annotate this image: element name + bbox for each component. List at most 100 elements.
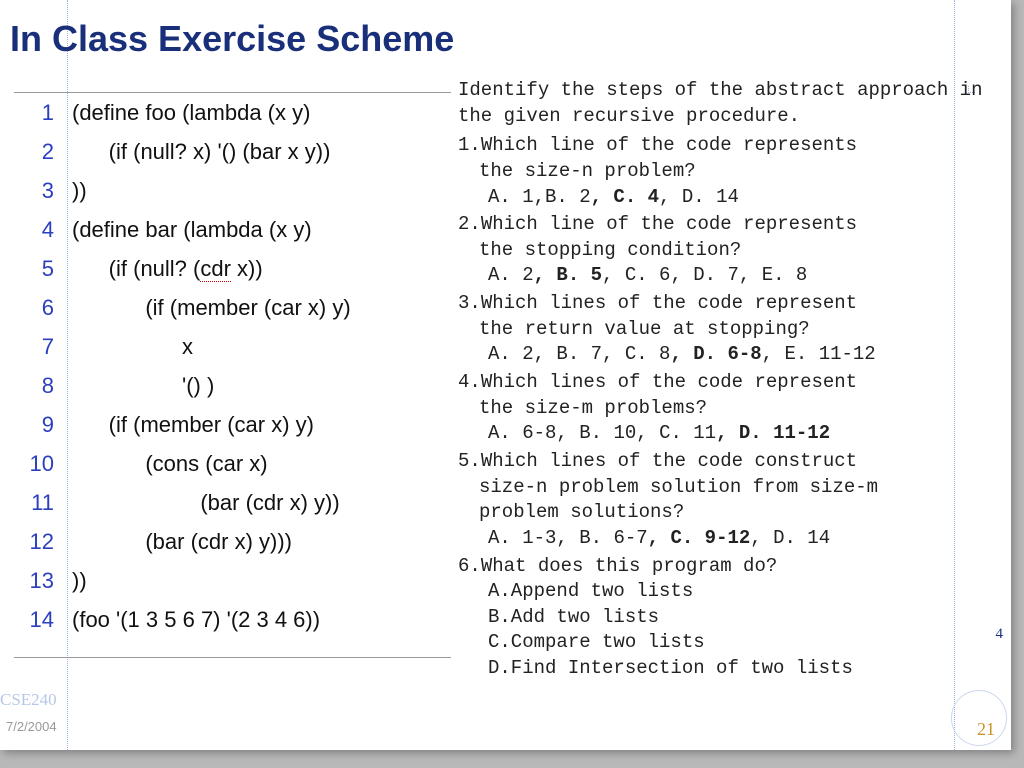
question-text: the return value at stopping? <box>458 317 988 343</box>
answer-option: A. 1 <box>488 186 534 208</box>
answer-option: C.Compare two lists <box>458 630 988 656</box>
answer-option: E. 11-12 <box>784 343 875 365</box>
answer-option: B.Add two lists <box>458 605 988 631</box>
answer-option-correct: , D. 11-12 <box>716 422 830 444</box>
question-item: 5.Which lines of the code construct size-… <box>458 449 988 552</box>
answer-option: B. 6-7 <box>579 527 647 549</box>
answer-option: , <box>659 186 682 208</box>
question-item: 2.Which line of the code represents the s… <box>458 212 988 289</box>
question-text: size-n problem solution from size-m <box>458 475 988 501</box>
slide-title: In Class Exercise Scheme <box>10 18 454 60</box>
corner-number: 4 <box>996 626 1004 643</box>
footer-date: 7/2/2004 <box>6 719 57 734</box>
question-number: 4. <box>458 371 481 393</box>
answer-option: C. 11 <box>659 422 716 444</box>
code-text: (define bar (lambda (x y) <box>72 217 312 243</box>
answer-option: , <box>602 264 625 286</box>
code-line: 14(foo '(1 3 5 6 7) '(2 3 4 6)) <box>14 600 451 639</box>
answer-option-correct: , D. 6-8 <box>670 343 761 365</box>
code-text: (cons (car x) <box>72 451 268 477</box>
answer-option: A. 2 <box>488 343 534 365</box>
answer-option: , <box>739 264 762 286</box>
question-number: 1. <box>458 134 481 156</box>
question-item: 4.Which lines of the code representthe s… <box>458 370 988 447</box>
answer-options: A. 6-8, B. 10, C. 11, D. 11-12 <box>458 421 988 447</box>
answer-option: E. 8 <box>762 264 808 286</box>
question-text: Which line of the code represents <box>481 213 857 235</box>
line-number: 1 <box>14 100 72 126</box>
line-number: 4 <box>14 217 72 243</box>
code-text: (if (member (car x) y) <box>72 412 314 438</box>
code-line: 3)) <box>14 171 451 210</box>
answer-option-correct: , C. 9-12 <box>648 527 751 549</box>
code-line: 5 (if (null? (cdr x)) <box>14 249 451 288</box>
answer-option: , <box>534 186 545 208</box>
code-text: )) <box>72 568 87 594</box>
code-text: (if (member (car x) y) <box>72 295 351 321</box>
question-number: 5. <box>458 450 481 472</box>
slide: In Class Exercise Scheme 1(define foo (l… <box>0 0 1011 750</box>
code-line: 8 '() ) <box>14 366 451 405</box>
question-item: 1.Which line of the code represents the s… <box>458 133 988 210</box>
question-number: 3. <box>458 292 481 314</box>
answer-option: , <box>670 264 693 286</box>
answer-option: , <box>762 343 785 365</box>
questions-intro: Identify the steps of the abstract appro… <box>458 78 988 129</box>
line-number: 11 <box>14 490 72 516</box>
code-text: (if (null? (cdr x)) <box>72 256 263 282</box>
code-text: (bar (cdr x) y))) <box>72 529 292 555</box>
line-number: 12 <box>14 529 72 555</box>
answer-option: B. 10 <box>579 422 636 444</box>
answer-option: , <box>602 343 625 365</box>
question-number: 2. <box>458 213 481 235</box>
question-text: the size-n problem? <box>458 159 988 185</box>
code-line: 11 (bar (cdr x) y)) <box>14 483 451 522</box>
code-text: (bar (cdr x) y)) <box>72 490 340 516</box>
line-number: 10 <box>14 451 72 477</box>
answer-option: B. 2 <box>545 186 591 208</box>
answer-option: , <box>534 343 557 365</box>
question-item: 6.What does this program do?A.Append two… <box>458 554 988 682</box>
code-text: (if (null? x) '() (bar x y)) <box>72 139 330 165</box>
answer-options: A. 1,B. 2, C. 4, D. 14 <box>458 185 988 211</box>
code-line: 7 x <box>14 327 451 366</box>
code-line: 13)) <box>14 561 451 600</box>
line-number: 2 <box>14 139 72 165</box>
spellcheck-underline: cdr <box>200 256 231 282</box>
answer-option: A.Append two lists <box>458 579 988 605</box>
answer-option: C. 6 <box>625 264 671 286</box>
code-line: 12 (bar (cdr x) y))) <box>14 522 451 561</box>
answer-option: D.Find Intersection of two lists <box>458 656 988 682</box>
answer-options: A. 2, B. 5, C. 6, D. 7, E. 8 <box>458 263 988 289</box>
line-number: 9 <box>14 412 72 438</box>
answer-option: C. 8 <box>625 343 671 365</box>
code-line: 10 (cons (car x) <box>14 444 451 483</box>
question-item: 3.Which lines of the code represent the r… <box>458 291 988 368</box>
question-text: Which lines of the code represent <box>481 292 857 314</box>
question-text: the stopping condition? <box>458 238 988 264</box>
code-text: )) <box>72 178 87 204</box>
code-line: 6 (if (member (car x) y) <box>14 288 451 327</box>
line-number: 8 <box>14 373 72 399</box>
code-text: '() ) <box>72 373 214 399</box>
line-number: 14 <box>14 607 72 633</box>
code-text: (define foo (lambda (x y) <box>72 100 310 126</box>
question-text: Which lines of the code construct <box>481 450 857 472</box>
question-text: What does this program do? <box>481 555 777 577</box>
answer-options: A. 1-3, B. 6-7, C. 9-12, D. 14 <box>458 526 988 552</box>
answer-option: A. 6-8 <box>488 422 556 444</box>
answer-option: A. 2 <box>488 264 534 286</box>
code-line: 4(define bar (lambda (x y) <box>14 210 451 249</box>
question-number: 6. <box>458 555 481 577</box>
answer-option: D. 7 <box>693 264 739 286</box>
line-number: 3 <box>14 178 72 204</box>
question-text: Which line of the code represents <box>481 134 857 156</box>
code-line: 9 (if (member (car x) y) <box>14 405 451 444</box>
code-text: x <box>72 334 193 360</box>
answer-option: , <box>556 527 579 549</box>
line-number: 13 <box>14 568 72 594</box>
line-number: 6 <box>14 295 72 321</box>
answer-option: D. 14 <box>682 186 739 208</box>
question-text: problem solutions? <box>458 500 988 526</box>
answer-option: B. 7 <box>556 343 602 365</box>
